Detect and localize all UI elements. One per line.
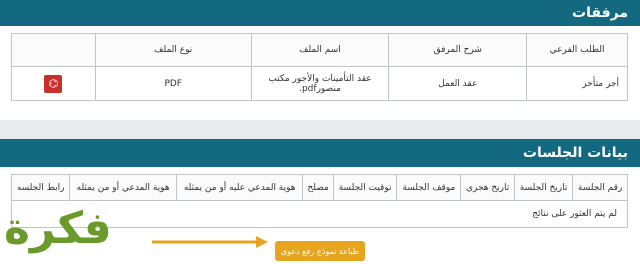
col-action: [11, 33, 96, 67]
col-session-time: توقيت الجلسة: [332, 174, 398, 201]
attachments-header: مرفقات: [0, 0, 640, 26]
cell-file-type: PDF: [94, 66, 252, 101]
col-file-type: نوع الملف: [94, 33, 252, 67]
cell-sub-request: أجر متأخر: [526, 66, 628, 101]
attachments-header-row: الطلب الفرعي شرح المرفق اسم الملف نوع ال…: [11, 33, 628, 67]
watermark-logo: فكرة: [4, 198, 154, 262]
attachments-title: مرفقات: [572, 5, 628, 21]
sessions-title: بيانات الجلسات: [522, 145, 628, 161]
col-file-name: اسم الملف: [250, 33, 390, 67]
watermark-text: فكرة: [4, 203, 112, 254]
col-defendant-id: هوية المدعي عليه أو من يمثله: [175, 174, 304, 201]
col-session-link: رابط الجلسه: [10, 174, 71, 201]
col-session-status: موقف الجلسة: [396, 174, 462, 201]
attachments-panel: الطلب الفرعي شرح المرفق اسم الملف نوع ال…: [0, 26, 640, 120]
pdf-icon[interactable]: ⌬: [44, 74, 63, 93]
sessions-header: بيانات الجلسات: [0, 139, 640, 167]
col-description: شرح المرفق: [388, 33, 528, 67]
cell-file-name: عقد التأمينات والأجور مكتب منصورpdf.: [250, 66, 390, 101]
col-session-number: رقم الجلسة: [572, 174, 628, 201]
col-sub-request: الطلب الفرعي: [526, 33, 628, 67]
col-hijri-date: تاريخ هجري: [460, 174, 515, 201]
attachments-table: الطلب الفرعي شرح المرفق اسم الملف نوع ال…: [11, 33, 628, 101]
col-session-date: تاريخ الجلسة: [513, 174, 574, 201]
col-mediator: مصلح: [302, 174, 334, 201]
print-claim-form-button[interactable]: طباعة نموذج رفع دعوى: [275, 241, 365, 261]
cell-description: عقد العمل: [388, 66, 528, 101]
sessions-header-row: رقم الجلسة تاريخ الجلسة تاريخ هجري موقف …: [10, 174, 628, 201]
col-plaintiff-id: هوية المدعي أو من يمثله: [69, 174, 177, 201]
table-row: أجر متأخر عقد العمل عقد التأمينات والأجو…: [11, 66, 628, 101]
arrow-icon: [152, 236, 268, 248]
cell-action: ⌬: [11, 66, 96, 101]
